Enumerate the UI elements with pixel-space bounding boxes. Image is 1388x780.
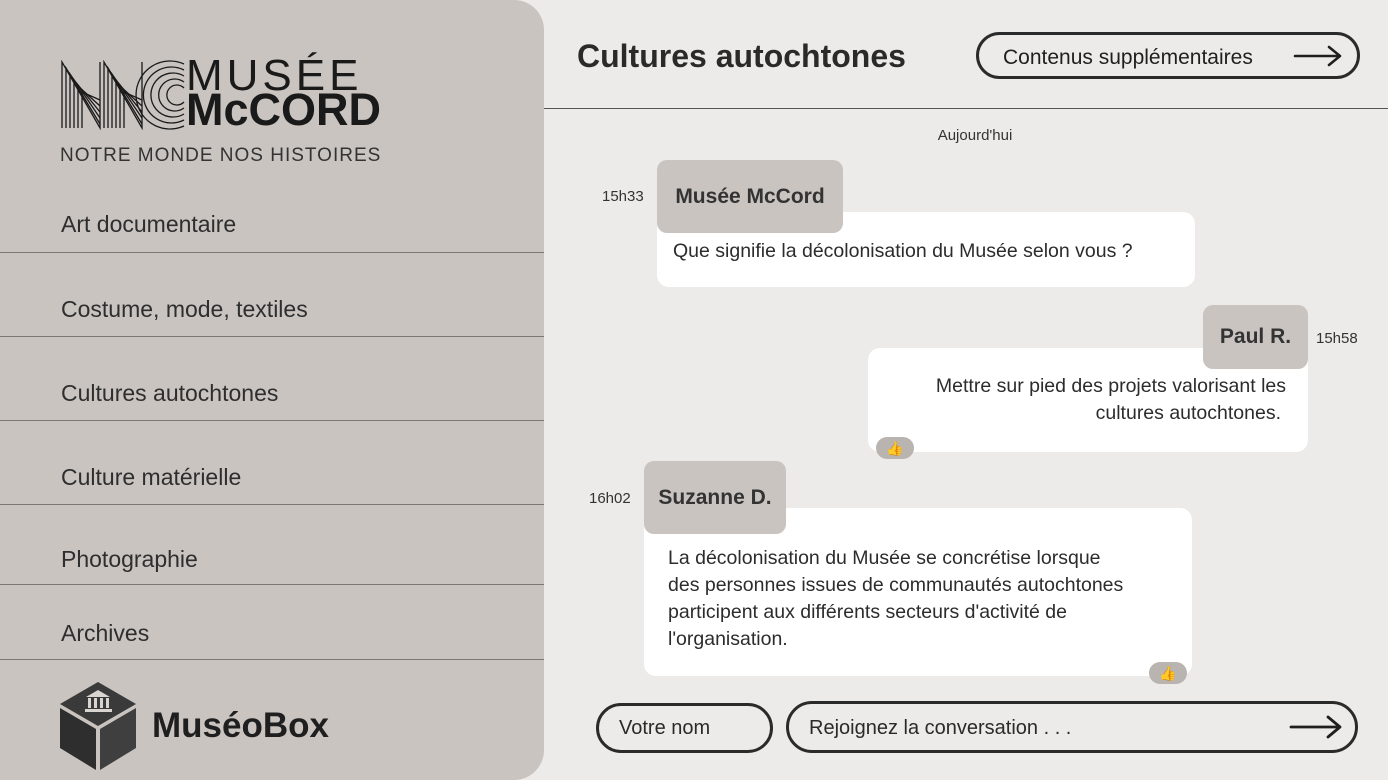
sidebar-item-label: Cultures autochtones <box>61 380 279 406</box>
sidebar: MUSÉE McCORD NOTRE MONDE NOS HISTOIRES A… <box>0 0 544 780</box>
message-text-line: La décolonisation du Musée se concrétise… <box>668 547 1101 569</box>
message-composer <box>786 701 1358 753</box>
logo-mccord-text: McCORD <box>186 84 382 135</box>
sidebar-item-costume-mode-textiles[interactable]: Costume, mode, textiles <box>0 252 544 337</box>
message-author: Suzanne D. <box>644 461 786 534</box>
message-text-line: participent aux différents secteurs d'ac… <box>668 601 1067 623</box>
send-arrow-icon[interactable] <box>1289 714 1343 740</box>
message-input[interactable] <box>807 710 1261 746</box>
arrow-right-icon <box>1293 45 1342 67</box>
additional-content-button[interactable]: Contenus supplémentaires <box>976 32 1360 79</box>
message-text-line: Mettre sur pied des projets valorisant l… <box>935 375 1286 397</box>
sidebar-item-label: Art documentaire <box>61 211 237 237</box>
message-time: 15h33 <box>602 188 644 205</box>
sidebar-item-art-documentaire[interactable]: Art documentaire <box>0 190 544 253</box>
message-time: 15h58 <box>1316 330 1358 347</box>
sidebar-item-label: Photographie <box>61 546 198 572</box>
message-text-line: cultures autochtones. <box>1095 402 1281 424</box>
sidebar-item-label: Culture matérielle <box>61 464 242 490</box>
musee-mccord-logo: MUSÉE McCORD NOTRE MONDE NOS HISTOIRES <box>60 54 390 166</box>
brand-name: MuséoBox <box>152 706 329 745</box>
message-author: Musée McCord <box>657 160 843 233</box>
date-separator: Aujourd'hui <box>937 127 1013 144</box>
page-title: Cultures autochtones <box>577 38 906 74</box>
message-text-line: l'organisation. <box>668 628 788 650</box>
logo-lines-icon <box>61 60 185 130</box>
sidebar-item-label: Costume, mode, textiles <box>61 296 308 322</box>
header-divider <box>544 108 1388 110</box>
sidebar-item-photographie[interactable]: Photographie <box>0 504 544 585</box>
thumbs-up-reaction[interactable]: 👍 <box>876 437 914 459</box>
additional-content-label: Contenus supplémentaires <box>1003 46 1253 69</box>
message-time: 16h02 <box>589 490 631 507</box>
sidebar-item-label: Archives <box>61 620 150 646</box>
sidebar-item-archives[interactable]: Archives <box>0 584 544 660</box>
sidebar-item-cultures-autochtones[interactable]: Cultures autochtones <box>0 336 544 421</box>
message-text-line: des personnes issues de communautés auto… <box>668 574 1124 596</box>
museobox-brand: MuséoBox <box>60 682 360 772</box>
message-author: Paul R. <box>1203 305 1308 369</box>
museum-box-icon <box>60 682 136 770</box>
message-text: Que signifie la décolonisation du Musée … <box>673 240 1133 262</box>
logo-tagline: NOTRE MONDE NOS HISTOIRES <box>60 145 380 164</box>
sidebar-item-culture-materielle[interactable]: Culture matérielle <box>0 420 544 505</box>
name-input[interactable] <box>596 703 773 753</box>
thumbs-up-reaction[interactable]: 👍 <box>1149 662 1187 684</box>
